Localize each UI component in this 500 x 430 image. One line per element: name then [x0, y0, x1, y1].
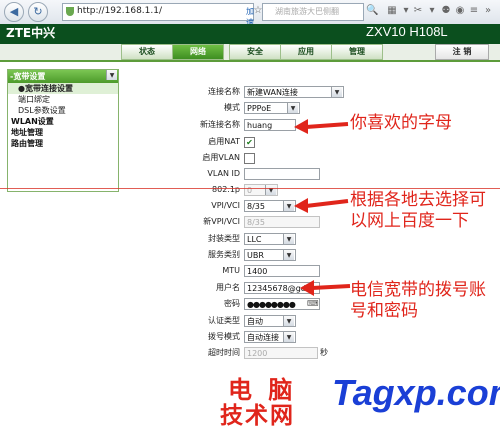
- vpi-select[interactable]: 8/35: [244, 200, 296, 212]
- nat-checkbox[interactable]: ✔: [244, 137, 255, 148]
- timeout-label: 超时时间: [208, 348, 240, 357]
- vlan-id-label: VLAN ID: [207, 169, 240, 178]
- sidebar-item-port-binding[interactable]: 端口绑定: [8, 94, 118, 105]
- tab-network[interactable]: 网络: [172, 44, 224, 60]
- sidebar: -宽带设置 ●宽带连接设置 端口绑定 DSL参数设置 WLAN设置 地址管理 路…: [7, 69, 119, 192]
- note-custom-name: 你喜欢的字母: [350, 113, 452, 133]
- search-input[interactable]: 湖南旅游大巴侧翻: [262, 3, 364, 21]
- mtu-label: MTU: [222, 266, 240, 275]
- note-account-line1: 电信宽带的拨号账: [350, 280, 486, 300]
- dial-label: 拨号模式: [208, 332, 240, 341]
- new-vpi-label: 新VPI/VCI: [203, 217, 240, 226]
- nat-label: 启用NAT: [208, 137, 240, 146]
- sidebar-item-address[interactable]: 地址管理: [8, 127, 118, 138]
- arrow-icon: [294, 119, 349, 134]
- chevron-down-icon[interactable]: ▾: [426, 5, 438, 17]
- weibo-icon[interactable]: ◉: [454, 5, 466, 17]
- plugin-icon[interactable]: ⚉: [440, 5, 452, 17]
- auth-label: 认证类型: [208, 316, 240, 325]
- device-model: ZXV10 H108L: [366, 24, 448, 39]
- encap-select[interactable]: LLC: [244, 233, 296, 245]
- scissors-icon[interactable]: ✂: [412, 5, 424, 17]
- chevron-down-icon[interactable]: ▾: [400, 5, 412, 17]
- logout-button[interactable]: 注 销: [435, 44, 489, 60]
- vlan-label: 启用VLAN: [202, 153, 240, 162]
- sidebar-item-broadband-connection[interactable]: ●宽带连接设置: [8, 83, 118, 94]
- service-select[interactable]: UBR: [244, 249, 296, 261]
- tab-management[interactable]: 管理: [331, 44, 383, 60]
- note-account-line2: 号和密码: [350, 301, 418, 321]
- back-icon[interactable]: ◀: [4, 2, 24, 22]
- sidebar-item-dsl-params[interactable]: DSL参数设置: [8, 105, 118, 116]
- search-icon[interactable]: 🔍: [366, 5, 378, 17]
- tab-security[interactable]: 安全: [229, 44, 281, 60]
- arrow-icon: [294, 198, 349, 213]
- watermark-site: Tagxp.com: [332, 372, 500, 413]
- mode-label: 模式: [224, 103, 240, 112]
- new-name-input[interactable]: huang: [244, 119, 296, 131]
- refresh-icon[interactable]: ↻: [28, 2, 48, 22]
- note-vpi-line2: 以网上百度一下: [350, 211, 469, 231]
- p8021-label: 802.1p: [212, 185, 240, 194]
- shield-icon: [66, 7, 74, 16]
- sidebar-item-routing[interactable]: 路由管理: [8, 138, 118, 149]
- conn-name-select[interactable]: 新建WAN连接: [244, 86, 344, 98]
- encap-label: 封装类型: [208, 234, 240, 243]
- address-url: http://192.168.1.1/: [77, 6, 162, 16]
- sidebar-item-wlan[interactable]: WLAN设置: [8, 116, 118, 127]
- brand-logo: ZTE中兴: [6, 26, 56, 40]
- menu-icon[interactable]: ≡: [468, 5, 480, 17]
- sidebar-header[interactable]: -宽带设置: [8, 70, 118, 83]
- keyboard-icon[interactable]: ⌨: [307, 299, 319, 309]
- tab-application[interactable]: 应用: [280, 44, 332, 60]
- note-vpi-line1: 根据各地去选择可: [350, 190, 486, 210]
- service-label: 服务类别: [208, 250, 240, 259]
- vlan-id-input[interactable]: [244, 168, 320, 180]
- vlan-checkbox[interactable]: [244, 153, 255, 164]
- auth-select[interactable]: 自动: [244, 315, 296, 327]
- search-placeholder: 湖南旅游大巴侧翻: [275, 7, 339, 16]
- vpi-label: VPI/VCI: [211, 201, 240, 210]
- p8021-select[interactable]: 0: [244, 184, 278, 196]
- grid-icon[interactable]: ▦: [386, 5, 398, 17]
- arrow-icon: [300, 280, 351, 296]
- pwd-label: 密码: [224, 299, 240, 308]
- address-bar[interactable]: http://192.168.1.1/ 加速器: [62, 3, 254, 38]
- new-vpi-input[interactable]: 8/35: [244, 216, 320, 228]
- user-label: 用户名: [216, 283, 240, 292]
- new-name-label: 新连接名称: [200, 120, 240, 129]
- timeout-unit: 秒: [320, 348, 328, 357]
- tab-status[interactable]: 状态: [121, 44, 173, 60]
- dial-select[interactable]: 自动连接: [244, 331, 296, 343]
- conn-name-label: 连接名称: [208, 87, 240, 96]
- annotation-line: [0, 188, 500, 189]
- timeout-input[interactable]: 1200: [244, 347, 318, 359]
- more-icon[interactable]: »: [482, 5, 494, 17]
